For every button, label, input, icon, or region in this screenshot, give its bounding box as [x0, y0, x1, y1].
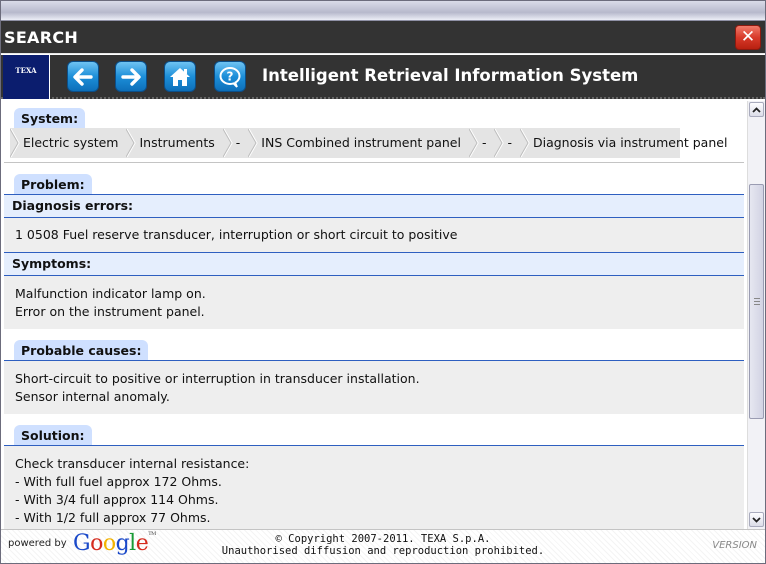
chevron-down-icon — [752, 517, 761, 523]
home-icon — [170, 67, 190, 86]
version-label: VERSION — [712, 540, 757, 551]
breadcrumb-item[interactable]: - — [494, 128, 520, 158]
toolbar: TEXA ? Intelligent Retrieval Information… — [1, 55, 765, 99]
scroll-thumb[interactable] — [749, 184, 764, 419]
forward-button[interactable] — [115, 61, 147, 92]
grip-icon — [754, 298, 760, 305]
probable-causes-list: Short-circuit to positive or interruptio… — [4, 361, 744, 414]
home-button[interactable] — [164, 61, 196, 92]
solution-item: - With 3/4 full approx 114 Ohms. — [15, 492, 219, 507]
problem-section-label: Problem: — [14, 174, 92, 194]
cause-item: Sensor internal anomaly. — [15, 389, 170, 404]
solution-section-label: Solution: — [14, 425, 92, 445]
scroll-up-button[interactable] — [749, 102, 764, 117]
symptoms-list: Malfunction indicator lamp on. Error on … — [4, 276, 744, 329]
solution-list: Check transducer internal resistance: - … — [4, 446, 744, 529]
breadcrumb-item[interactable]: INS Combined instrument panel — [248, 128, 469, 158]
close-icon: ✕ — [740, 27, 756, 47]
reproduction-notice: Unauthorised diffusion and reproduction … — [221, 545, 545, 557]
symptoms-header: Symptoms: — [4, 252, 744, 276]
breadcrumb-item[interactable]: Diagnosis via instrument panel — [520, 128, 735, 158]
solution-item: - With 1/2 full approx 77 Ohms. — [15, 510, 211, 525]
chevron-up-icon — [752, 107, 761, 113]
close-button[interactable]: ✕ — [735, 25, 761, 50]
cause-item: Short-circuit to positive or interruptio… — [15, 371, 420, 386]
copyright-line: © Copyright 2007-2011. TEXA S.p.A. — [275, 533, 491, 545]
scroll-down-button[interactable] — [749, 512, 764, 527]
vertical-scrollbar[interactable] — [747, 101, 765, 529]
system-breadcrumb: Electric system Instruments - INS Combined … — [10, 128, 727, 158]
app-title: Intelligent Retrieval Information System — [262, 66, 639, 85]
breadcrumb-item[interactable]: Electric system — [10, 128, 126, 158]
footer: powered by GoogleTM © Copyright 2007-201… — [1, 529, 765, 563]
solution-item: - With full fuel approx 172 Ohms. — [15, 474, 222, 489]
window-title: SEARCH — [4, 28, 79, 47]
back-button[interactable] — [67, 61, 99, 92]
probable-causes-section-label: Probable causes: — [14, 340, 149, 360]
symptom-item: Error on the instrument panel. — [15, 304, 205, 319]
window-frame-strip — [1, 1, 765, 21]
texa-logo: TEXA — [3, 55, 50, 99]
breadcrumb-item[interactable]: Instruments — [126, 128, 222, 158]
breadcrumb-item[interactable]: - — [469, 128, 495, 158]
help-button[interactable]: ? — [214, 61, 246, 92]
breadcrumb-item[interactable]: - — [223, 128, 249, 158]
copyright-notice: © Copyright 2007-2011. TEXA S.p.A. Unaut… — [1, 533, 765, 557]
arrow-right-icon — [121, 67, 141, 86]
solution-item: Check transducer internal resistance: — [15, 456, 250, 471]
arrow-left-icon — [73, 67, 93, 86]
title-bar: SEARCH ✕ — [1, 21, 765, 54]
symptom-item: Malfunction indicator lamp on. — [15, 286, 206, 301]
content-panel: System: Electric system Instruments - INS C… — [1, 101, 747, 529]
help-bubble-icon: ? — [219, 66, 241, 88]
diagnosis-errors-list: 1 0508 Fuel reserve transducer, interrup… — [4, 218, 744, 252]
svg-text:?: ? — [227, 69, 234, 83]
diagnosis-errors-header: Diagnosis errors: — [4, 194, 744, 218]
search-window: SEARCH ✕ TEXA ? Intelligent Retrieval In… — [0, 0, 766, 564]
system-section-label: System: — [14, 108, 86, 128]
diagnosis-error-item: 1 0508 Fuel reserve transducer, interrup… — [15, 227, 458, 242]
